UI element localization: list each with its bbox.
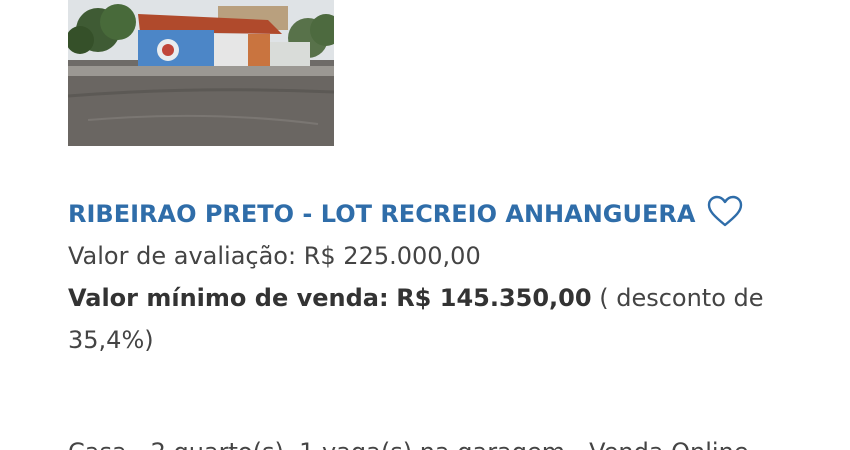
discount-prefix: ( desconto de xyxy=(599,284,764,312)
min-sale-line: Valor mínimo de venda: R$ 145.350,00 ( d… xyxy=(68,283,764,313)
listing-description: Casa - 2 quarto(s), 1 vaga(s) na garagem… xyxy=(68,437,749,450)
listing-title-row: RIBEIRAO PRETO - LOT RECREIO ANHANGUERA xyxy=(68,194,758,234)
min-sale-value: R$ 145.350,00 xyxy=(396,284,592,312)
appraisal-line: Valor de avaliação: R$ 225.000,00 xyxy=(68,241,481,271)
discount-line: 35,4%) xyxy=(68,325,154,355)
property-photo[interactable] xyxy=(68,0,334,146)
heart-outline-icon[interactable] xyxy=(706,194,744,230)
appraisal-label: Valor de avaliação: xyxy=(68,242,297,270)
min-sale-label: Valor mínimo de venda: xyxy=(68,284,389,312)
appraisal-value: R$ 225.000,00 xyxy=(303,242,481,270)
discount-value: 35,4%) xyxy=(68,326,154,354)
listing-title[interactable]: RIBEIRAO PRETO - LOT RECREIO ANHANGUERA xyxy=(68,200,695,228)
